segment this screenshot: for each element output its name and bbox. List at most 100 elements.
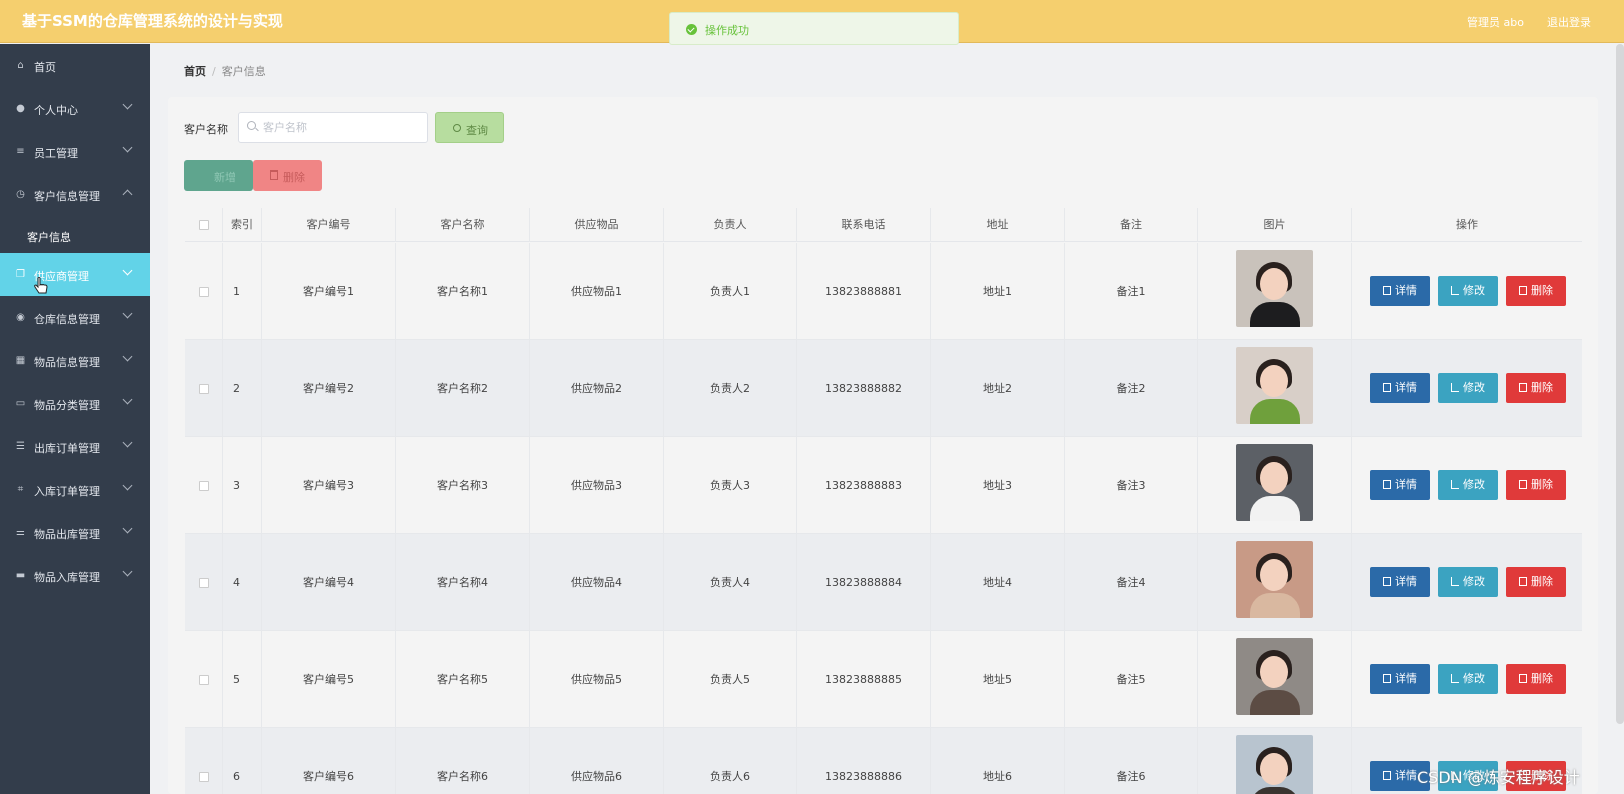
cell-address: 地址2 — [931, 340, 1065, 437]
sidebar-item-label: 出库订单管理 — [34, 442, 100, 455]
select-all-checkbox[interactable] — [199, 220, 209, 230]
chevron-down-icon — [122, 142, 133, 153]
search-input[interactable] — [238, 112, 428, 143]
row-select-cell — [185, 437, 223, 534]
sidebar-item-category-mgmt[interactable]: ▭ 物品分类管理 — [0, 382, 150, 425]
row-index: 5 — [223, 631, 262, 728]
sidebar-item-staff[interactable]: ≡ 员工管理 — [0, 130, 150, 173]
detail-button[interactable]: 详情 — [1370, 567, 1430, 597]
cell-address: 地址3 — [931, 437, 1065, 534]
sidebar-item-customer-mgmt[interactable]: ◷ 客户信息管理 — [0, 173, 150, 216]
cell-name: 客户名称2 — [396, 340, 530, 437]
cell-phone: 13823888882 — [797, 340, 931, 437]
delete-label: 删除 — [1531, 381, 1553, 394]
row-checkbox[interactable] — [199, 481, 209, 491]
sidebar-item-label: 物品出库管理 — [34, 528, 100, 541]
customer-photo[interactable] — [1236, 638, 1313, 715]
row-checkbox[interactable] — [199, 578, 209, 588]
customer-photo[interactable] — [1236, 347, 1313, 424]
cell-code: 客户编号3 — [262, 437, 396, 534]
sidebar-item-inbound-orders[interactable]: ⌗ 入库订单管理 — [0, 468, 150, 511]
cell-address: 地址1 — [931, 243, 1065, 340]
detail-button[interactable]: 详情 — [1370, 276, 1430, 306]
sidebar-item-home[interactable]: ⌂ 首页 — [0, 44, 150, 87]
photo-cell — [1198, 243, 1352, 340]
column-header: 联系电话 — [797, 208, 931, 242]
detail-button[interactable]: 详情 — [1370, 664, 1430, 694]
batch-delete-button[interactable]: 删除 — [253, 160, 322, 191]
column-header: 索引 — [223, 208, 262, 242]
row-select-cell — [185, 340, 223, 437]
cell-goods: 供应物品3 — [530, 437, 664, 534]
sidebar-item-label: 客户信息 — [27, 231, 71, 244]
sidebar-item-label: 仓库信息管理 — [34, 313, 100, 326]
edit-button[interactable]: 修改 — [1438, 276, 1498, 306]
chevron-down-icon — [122, 394, 133, 405]
query-button-label: 查询 — [466, 124, 488, 137]
cell-address: 地址4 — [931, 534, 1065, 631]
customer-photo[interactable] — [1236, 444, 1313, 521]
sidebar-item-goods-inbound[interactable]: ▬ 物品入库管理 — [0, 554, 150, 597]
detail-label: 详情 — [1395, 672, 1417, 685]
chevron-down-icon — [122, 523, 133, 534]
document-icon — [1383, 480, 1391, 489]
delete-button[interactable]: 删除 — [1506, 664, 1566, 694]
row-checkbox[interactable] — [199, 772, 209, 782]
sidebar-subitem-customer-info[interactable]: 客户信息 — [0, 216, 150, 256]
sidebar-item-goods-outbound[interactable]: ⚌ 物品出库管理 — [0, 511, 150, 554]
column-header: 客户名称 — [396, 208, 530, 242]
calendar-icon: ▦ — [15, 355, 26, 366]
row-checkbox[interactable] — [199, 287, 209, 297]
operations-cell: 详情 修改 删除 — [1352, 243, 1582, 340]
table-row: 3 客户编号3 客户名称3 供应物品3 负责人3 13823888883 地址3 备注3 详情 修… — [185, 437, 1582, 534]
query-button[interactable]: 查询 — [435, 112, 504, 143]
customer-photo[interactable] — [1236, 735, 1313, 794]
select-all-cell — [185, 208, 223, 242]
row-checkbox[interactable] — [199, 675, 209, 685]
sidebar-item-outbound-orders[interactable]: ☰ 出库订单管理 — [0, 425, 150, 468]
cell-manager: 负责人3 — [664, 437, 797, 534]
edit-button[interactable]: 修改 — [1438, 664, 1498, 694]
delete-button[interactable]: 删除 — [1506, 567, 1566, 597]
customer-photo[interactable] — [1236, 250, 1313, 327]
column-header: 客户编号 — [262, 208, 396, 242]
monitor-icon: ▬ — [15, 570, 26, 581]
page-scrollbar[interactable] — [1616, 44, 1624, 724]
customer-photo[interactable] — [1236, 541, 1313, 618]
delete-button[interactable]: 删除 — [1506, 276, 1566, 306]
breadcrumb-home[interactable]: 首页 — [184, 65, 206, 78]
sidebar-item-profile[interactable]: ● 个人中心 — [0, 87, 150, 130]
trash-icon — [1519, 674, 1527, 683]
edit-label: 修改 — [1463, 478, 1485, 491]
cell-code: 客户编号6 — [262, 728, 396, 794]
app-title: 基于SSM的仓库管理系统的设计与实现 — [22, 12, 283, 30]
edit-button[interactable]: 修改 — [1438, 470, 1498, 500]
sidebar-item-supplier-mgmt[interactable]: ❐ 供应商管理 — [0, 253, 150, 296]
edit-button[interactable]: 修改 — [1438, 373, 1498, 403]
detail-button[interactable]: 详情 — [1370, 373, 1430, 403]
table-row: 4 客户编号4 客户名称4 供应物品4 负责人4 13823888884 地址4 备注4 详情 修… — [185, 534, 1582, 631]
cell-code: 客户编号4 — [262, 534, 396, 631]
add-button[interactable]: 新增 — [184, 160, 253, 191]
cell-phone: 13823888881 — [797, 243, 931, 340]
user-icon: ● — [16, 103, 25, 114]
crop-icon: ⌗ — [17, 484, 24, 495]
chevron-down-icon — [122, 99, 133, 110]
edit-button[interactable]: 修改 — [1438, 567, 1498, 597]
cell-manager: 负责人2 — [664, 340, 797, 437]
detail-button[interactable]: 详情 — [1370, 470, 1430, 500]
delete-button[interactable]: 删除 — [1506, 470, 1566, 500]
delete-button[interactable]: 删除 — [1506, 373, 1566, 403]
sidebar-item-label: 首页 — [34, 61, 56, 74]
sidebar-item-warehouse-mgmt[interactable]: ◉ 仓库信息管理 — [0, 296, 150, 339]
sidebar-item-goods-mgmt[interactable]: ▦ 物品信息管理 — [0, 339, 150, 382]
row-checkbox[interactable] — [199, 384, 209, 394]
edit-label: 修改 — [1463, 284, 1485, 297]
cell-note: 备注4 — [1065, 534, 1198, 631]
column-header: 图片 — [1198, 208, 1352, 242]
cell-note: 备注1 — [1065, 243, 1198, 340]
logout-link[interactable]: 退出登录 — [1547, 14, 1591, 30]
detail-label: 详情 — [1395, 478, 1417, 491]
cell-manager: 负责人4 — [664, 534, 797, 631]
search-icon — [453, 124, 461, 132]
